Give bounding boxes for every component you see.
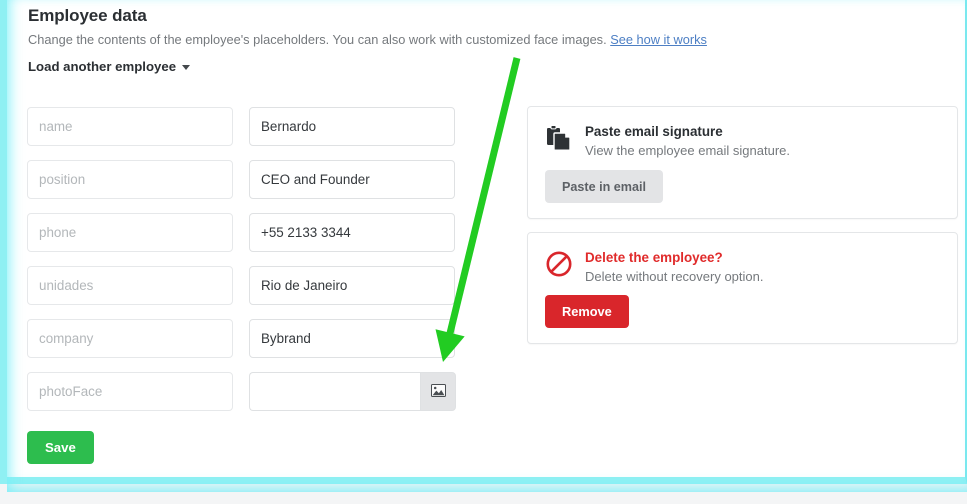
- paste-in-email-button[interactable]: Paste in email: [545, 170, 663, 203]
- chevron-down-icon: [182, 65, 191, 70]
- placeholder-key-input-unidades[interactable]: [27, 266, 233, 305]
- placeholder-key-input-photoface[interactable]: [27, 372, 233, 411]
- card-text-delete: Delete the employee? Delete without reco…: [585, 249, 763, 285]
- load-another-employee-dropdown[interactable]: Load another employee: [28, 59, 191, 74]
- placeholder-key-input-position[interactable]: [27, 160, 233, 199]
- placeholder-key-input-company[interactable]: [27, 319, 233, 358]
- photoface-image-picker-button[interactable]: [420, 372, 456, 411]
- page-header: Employee data Change the contents of the…: [28, 5, 928, 48]
- field-row-unidades: [27, 266, 456, 305]
- placeholder-value-input-name[interactable]: [249, 107, 455, 146]
- placeholder-value-input-company[interactable]: [249, 319, 455, 358]
- page-subtitle-text: Change the contents of the employee's pl…: [28, 32, 607, 47]
- see-how-it-works-link[interactable]: See how it works: [610, 32, 707, 47]
- field-row-phone: [27, 213, 456, 252]
- page-title: Employee data: [28, 6, 147, 25]
- placeholder-key-input-phone[interactable]: [27, 213, 233, 252]
- field-row-position: [27, 160, 456, 199]
- placeholder-value-input-phone[interactable]: [249, 213, 455, 252]
- employee-data-panel: Employee data Change the contents of the…: [0, 0, 967, 484]
- save-button[interactable]: Save: [27, 431, 94, 464]
- card-title-signature: Paste email signature: [585, 124, 723, 139]
- paste-clipboard-icon: [546, 123, 572, 159]
- card-text-signature: Paste email signature View the employee …: [585, 123, 790, 159]
- field-row-company: [27, 319, 456, 358]
- card-description-delete: Delete without recovery option.: [585, 269, 764, 284]
- card-title-delete: Delete the employee?: [585, 250, 723, 265]
- field-row-name: [27, 107, 456, 146]
- load-another-employee-label: Load another employee: [28, 59, 177, 74]
- placeholder-value-input-position[interactable]: [249, 160, 455, 199]
- placeholder-value-input-photoface[interactable]: [249, 372, 420, 411]
- employee-form: Save: [27, 107, 456, 464]
- card-content-signature: Paste email signature View the employee …: [528, 107, 957, 159]
- image-icon: [430, 383, 446, 400]
- field-row-photoface: [27, 372, 456, 411]
- photoface-value-group: [249, 372, 456, 411]
- page-subtitle: Change the contents of the employee's pl…: [28, 31, 928, 48]
- card-description-signature: View the employee email signature.: [585, 143, 790, 158]
- prohibited-icon: [546, 249, 572, 285]
- screenshot-viewport: Employee data Change the contents of the…: [0, 0, 967, 504]
- placeholder-key-input-name[interactable]: [27, 107, 233, 146]
- placeholder-value-input-unidades[interactable]: [249, 266, 455, 305]
- card-content-delete: Delete the employee? Delete without reco…: [528, 233, 957, 285]
- remove-employee-button[interactable]: Remove: [545, 295, 629, 328]
